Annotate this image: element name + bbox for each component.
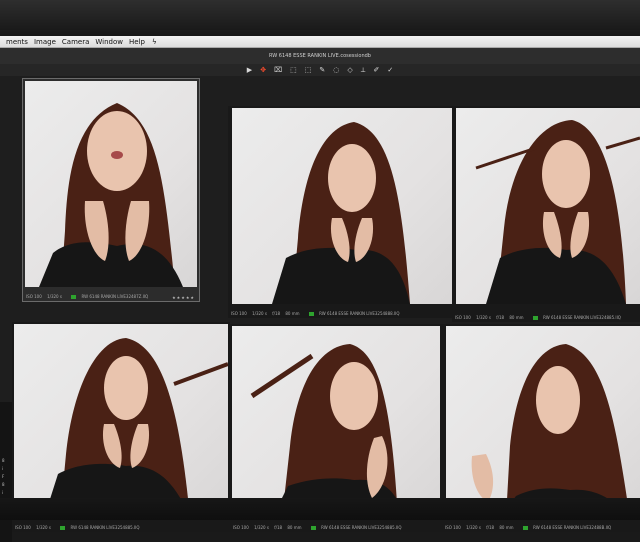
portrait-photo bbox=[232, 108, 456, 304]
panel-label: F bbox=[2, 474, 5, 479]
menu-documents[interactable]: ments bbox=[6, 38, 28, 46]
annotate-tool-icon[interactable]: ✎ bbox=[319, 64, 325, 76]
shutter-value: 1/320 s bbox=[254, 525, 269, 530]
select-tool-icon[interactable]: ▶ bbox=[247, 64, 252, 76]
panel-label: i bbox=[2, 466, 4, 471]
window-title: RW 6148 ESSE RANKIN LIVE.cosessiondb bbox=[0, 48, 640, 64]
status-badge bbox=[522, 526, 528, 530]
menu-window[interactable]: Window bbox=[95, 38, 123, 46]
portrait-photo bbox=[446, 326, 640, 518]
thumbnail-caption: ISO 100 1/320 s f/18 80 mm RW 6148 ESSE … bbox=[442, 524, 640, 532]
portrait-image bbox=[272, 122, 410, 304]
portrait-photo bbox=[14, 324, 228, 518]
thumbnail-caption: ISO 100 1/320 s RW 6148 RANKIN LIVE32548… bbox=[12, 524, 230, 532]
thumbnail-caption: ISO 100 1/320 s f/18 80 mm RW 6148 ESSE … bbox=[452, 314, 640, 322]
portrait-image bbox=[44, 338, 228, 518]
aperture-value: f/18 bbox=[272, 311, 281, 316]
portrait-image bbox=[471, 344, 630, 518]
left-panel-strip: 8 i F 8 i bbox=[0, 402, 12, 542]
crop-tool-icon[interactable]: ⌧ bbox=[274, 64, 282, 76]
script-menu-icon[interactable]: ϟ bbox=[152, 38, 157, 46]
tool-bar: ▶ ✥ ⌧ ⬚ ⬚ ✎ ◌ ◇ ⟂ ✐ ✓ bbox=[0, 64, 640, 76]
status-badge bbox=[60, 526, 66, 530]
thumbnail-caption: ISO 100 1/320 s f/18 80 mm RW 6148 ESSE … bbox=[230, 524, 442, 532]
thumbnail-cell[interactable]: ISO 100 1/320 s f/18 80 mm RW 6148 ESSE … bbox=[452, 106, 640, 322]
focal-length-value: 80 mm bbox=[499, 525, 514, 530]
pan-tool-icon[interactable]: ✥ bbox=[260, 64, 266, 76]
focal-length-value: 80 mm bbox=[285, 311, 300, 316]
portrait-image bbox=[475, 120, 640, 304]
status-badge bbox=[310, 526, 316, 530]
portrait-image bbox=[250, 344, 404, 518]
menu-help[interactable]: Help bbox=[129, 38, 145, 46]
keystone-tool-icon[interactable]: ⬚ bbox=[290, 64, 297, 76]
monitor-bezel-top bbox=[0, 0, 640, 36]
monitor-bezel-bottom bbox=[0, 498, 640, 520]
thumbnail-filename: RW 6148 ESSE RANKIN LIVE32488B.IIQ bbox=[533, 525, 612, 530]
thumbnail-filename: RW 6148 ESSE RANKIN LIVE3254885.IIQ bbox=[321, 525, 402, 530]
iso-value: ISO 100 bbox=[455, 315, 471, 320]
shutter-value: 1/320 s bbox=[47, 294, 62, 299]
aperture-value: f/18 bbox=[486, 525, 495, 530]
panel-label: 8 bbox=[2, 458, 5, 463]
panel-label: i bbox=[2, 490, 4, 495]
status-badge bbox=[532, 316, 538, 320]
thumbnail-grid: ISO 100 1/320 s RW 6148 RANKIN LIVE32487… bbox=[0, 76, 640, 542]
status-badge bbox=[308, 312, 314, 316]
check-tool-icon[interactable]: ✓ bbox=[387, 64, 393, 76]
menu-camera[interactable]: Camera bbox=[62, 38, 89, 46]
rotate-tool-icon[interactable]: ⬚ bbox=[305, 64, 312, 76]
portrait-photo bbox=[232, 326, 440, 518]
shutter-value: 1/320 s bbox=[252, 311, 267, 316]
panel-label: 8 bbox=[2, 482, 5, 487]
focal-length-value: 80 mm bbox=[509, 315, 524, 320]
menu-bar: ments Image Camera Window Help ϟ bbox=[0, 36, 640, 48]
shutter-value: 1/320 s bbox=[476, 315, 491, 320]
star-rating[interactable]: ★★★★★ bbox=[172, 295, 195, 300]
iso-value: ISO 100 bbox=[15, 525, 31, 530]
shutter-value: 1/320 s bbox=[466, 525, 481, 530]
spot-tool-icon[interactable]: ◌ bbox=[333, 64, 339, 76]
thumbnail-caption: ISO 100 1/320 s f/18 80 mm RW 6148 ESSE … bbox=[228, 310, 458, 318]
portrait-image bbox=[39, 103, 183, 287]
iso-value: ISO 100 bbox=[445, 525, 461, 530]
thumbnail-filename: RW 6148 ESSE RANKIN LIVE324885.IIQ bbox=[543, 315, 621, 320]
iso-value: ISO 100 bbox=[26, 294, 42, 299]
portrait-photo bbox=[25, 81, 197, 287]
thumbnail-filename: RW 6148 RANKIN LIVE32487Z.IIQ bbox=[81, 294, 149, 299]
thumbnail-filename: RW 6148 ESSE RANKIN LIVE3254888.IIQ bbox=[319, 311, 400, 316]
picker-tool-icon[interactable]: ✐ bbox=[373, 64, 379, 76]
menu-image[interactable]: Image bbox=[34, 38, 56, 46]
shutter-value: 1/320 s bbox=[36, 525, 51, 530]
focal-length-value: 80 mm bbox=[287, 525, 302, 530]
aperture-value: f/18 bbox=[274, 525, 283, 530]
iso-value: ISO 100 bbox=[231, 311, 247, 316]
thumbnail-cell[interactable]: ISO 100 1/320 s RW 6148 RANKIN LIVE32487… bbox=[22, 78, 200, 302]
mask-tool-icon[interactable]: ◇ bbox=[347, 64, 352, 76]
status-badge bbox=[71, 295, 77, 299]
aperture-value: f/18 bbox=[496, 315, 505, 320]
thumbnail-cell[interactable]: ISO 100 1/320 s f/18 80 mm RW 6148 ESSE … bbox=[228, 106, 458, 318]
thumbnail-filename: RW 6148 RANKIN LIVE3254885.IIQ bbox=[70, 525, 140, 530]
portrait-photo bbox=[456, 108, 640, 304]
level-tool-icon[interactable]: ⟂ bbox=[361, 64, 366, 76]
iso-value: ISO 100 bbox=[233, 525, 249, 530]
